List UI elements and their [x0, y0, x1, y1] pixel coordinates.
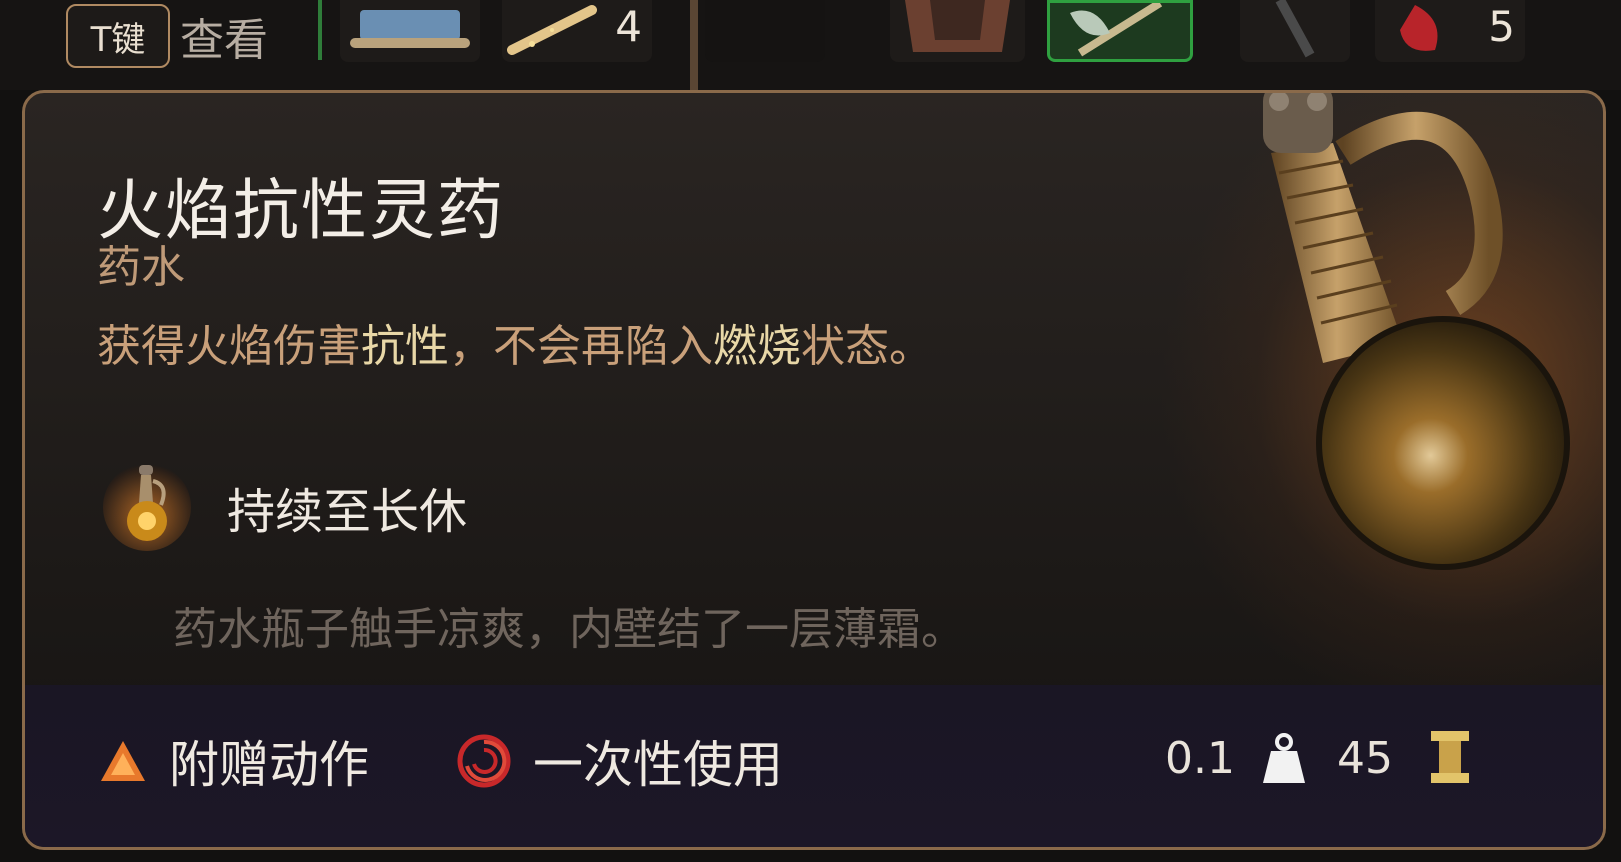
- inspect-label: 查看: [180, 15, 268, 66]
- orange-triangle-icon: [101, 741, 145, 781]
- item-type: 药水: [97, 242, 185, 293]
- potion-flask-icon: [1263, 93, 1570, 570]
- item-tooltip: 火焰抗性灵药 药水 获得火焰伤害抗性，不会再陷入燃烧状态。 持续至长休 药水瓶子…: [22, 90, 1606, 850]
- action-type-label: 附赠动作: [169, 736, 369, 794]
- sparkle-scroll-icon: [507, 5, 597, 55]
- armor-icon: [905, 0, 1010, 52]
- usage-type: 一次性使用: [457, 725, 783, 797]
- item-description: 获得火焰伤害抗性，不会再陷入燃烧状态。: [97, 315, 1097, 379]
- tooltip-footer: 附赠动作 一次性使用 0.1 45: [25, 685, 1603, 847]
- action-type: 附赠动作: [99, 725, 369, 797]
- t-key-badge: T键: [66, 4, 170, 68]
- duration-row: 持续至长休: [103, 463, 467, 551]
- keyword-resistance[interactable]: 抗性: [361, 321, 449, 372]
- flavor-text: 药水瓶子触手凉爽，内壁结了一层薄霜。: [173, 604, 965, 655]
- dagger-icon: [1275, 0, 1315, 58]
- stack-count: 5: [1488, 2, 1515, 51]
- axe-icon: [1070, 0, 1163, 57]
- slot-highlight-line: [318, 0, 322, 60]
- description-text: ，不会再陷入: [449, 321, 713, 372]
- duration-text: 持续至长休: [227, 484, 468, 540]
- inventory-slot-axe-selected[interactable]: [1047, 0, 1193, 62]
- inventory-slot-red-item[interactable]: 5: [1375, 0, 1525, 62]
- inventory-slot-item[interactable]: 4: [502, 0, 652, 62]
- red-swirl-icon: [457, 734, 511, 788]
- gold-value: 45: [1337, 733, 1393, 784]
- description-text: 状态。: [801, 321, 933, 372]
- inventory-slot-dagger[interactable]: [1240, 0, 1350, 62]
- weight-value: 0.1: [1165, 733, 1235, 784]
- potion-flask-icon: [103, 463, 191, 551]
- stack-count: 4: [615, 2, 642, 51]
- inventory-bar: T键 查看 4 5: [0, 0, 1621, 90]
- scroll-icon: [350, 10, 470, 48]
- weight-icon: [1263, 733, 1305, 783]
- gold-coin-icon: [1431, 731, 1469, 783]
- red-gem-icon: [1400, 5, 1438, 51]
- inspect-hint[interactable]: T键 查看: [66, 4, 268, 68]
- usage-label: 一次性使用: [533, 736, 783, 794]
- inventory-slot-empty[interactable]: [705, 0, 825, 62]
- keyword-burning[interactable]: 燃烧: [713, 321, 801, 372]
- panel-divider: [690, 0, 698, 90]
- inventory-slot-armor[interactable]: [890, 0, 1025, 62]
- inventory-slot-scroll[interactable]: [340, 0, 480, 62]
- description-text: 获得火焰伤害: [97, 321, 361, 372]
